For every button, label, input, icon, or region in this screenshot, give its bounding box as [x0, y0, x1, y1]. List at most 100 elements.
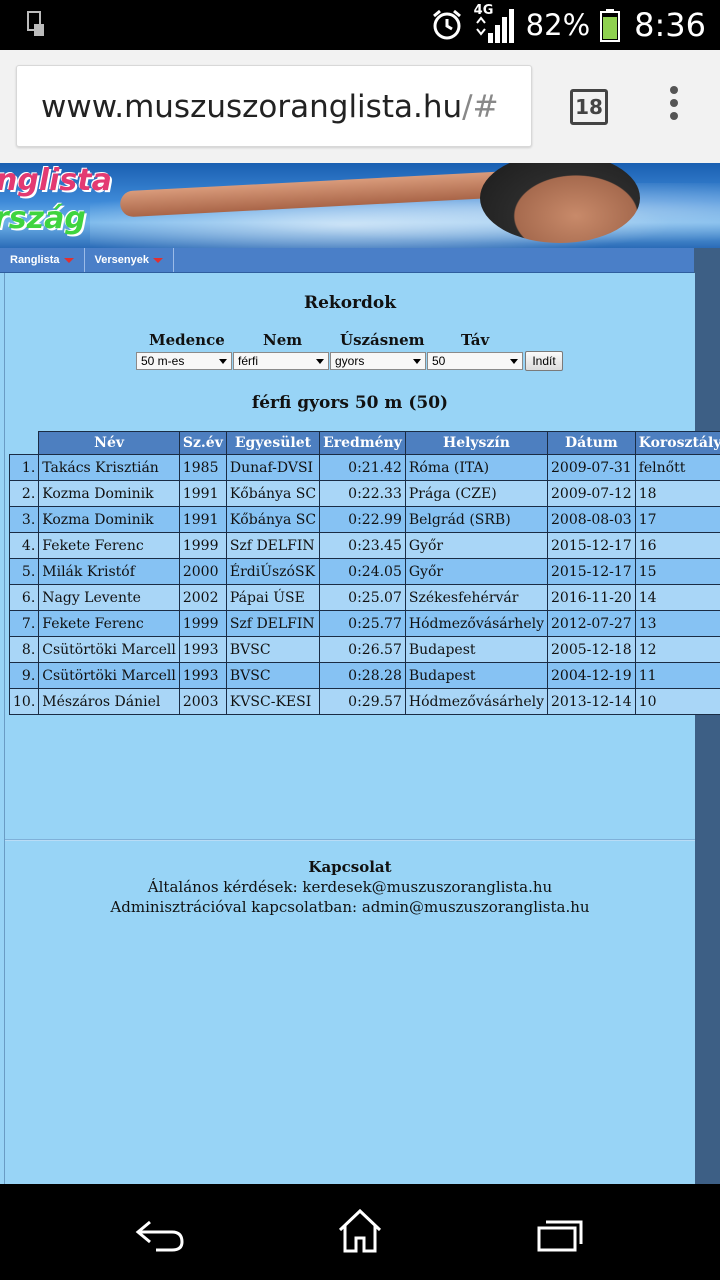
header-nev[interactable]: Név — [38, 431, 180, 455]
battery-percent: 82% — [525, 8, 591, 42]
footer-divider — [5, 839, 695, 841]
cell-egyesulet: Dunaf-DVSI — [225, 454, 321, 481]
nem-select[interactable]: férfi — [233, 352, 329, 370]
cell-nev: Milák Kristóf — [38, 558, 180, 585]
tav-select[interactable]: 50 — [427, 352, 523, 370]
cell-eredmeny: 0:23.45 — [319, 532, 406, 559]
cell-rank: 3. — [8, 506, 40, 533]
chevron-down-icon — [413, 359, 421, 364]
table-row: 2. Kozma Dominik 1991 Kőbánya SC 0:22.33 Prág… — [8, 480, 720, 507]
cell-datum: 2009-07-31 — [547, 454, 636, 481]
filter-label-uszasnem: Úszásnem — [340, 331, 425, 349]
header-helyszin[interactable]: Helyszín — [404, 431, 549, 455]
header-eredmeny[interactable]: Eredmény — [319, 431, 406, 455]
footer-admin-contact[interactable]: Adminisztrációval kapcsolatban: admin@mu… — [5, 897, 695, 917]
cell-helyszin: Budapest — [404, 636, 549, 663]
cell-korosztaly: felnőtt — [634, 454, 720, 481]
chevron-down-icon — [219, 359, 227, 364]
status-bar: 4G 82% 8:36 — [0, 0, 720, 50]
cell-eredmeny: 0:28.28 — [319, 662, 406, 689]
table-header-row: Név Sz.év Egyesület Eredmény Helyszín Dá… — [10, 431, 720, 455]
cell-eredmeny: 0:25.77 — [319, 610, 406, 637]
banner-title-line2: rszág — [0, 201, 86, 236]
nav-ranglista[interactable]: Ranglista — [0, 248, 85, 272]
cell-nev: Fekete Ferenc — [38, 610, 180, 637]
records-table: Név Sz.év Egyesület Eredmény Helyszín Dá… — [8, 431, 720, 715]
cell-szev: 2003 — [178, 688, 227, 715]
table-row: 8. Csütörtöki Marcell 1993 BVSC 0:26.57 Budap… — [8, 636, 720, 663]
chevron-down-icon — [510, 359, 518, 364]
cell-egyesulet: Szf DELFIN — [225, 532, 321, 559]
cell-rank: 8. — [8, 636, 40, 663]
alarm-icon — [432, 9, 461, 40]
cell-egyesulet: Szf DELFIN — [225, 610, 321, 637]
home-icon[interactable] — [336, 1208, 384, 1254]
tab-switcher-button[interactable]: 18 — [570, 89, 608, 125]
filter-controls: 50 m-es férfi gyors 50 Indít — [5, 351, 695, 372]
header-szev[interactable]: Sz.év — [178, 431, 227, 455]
cell-helyszin: Győr — [404, 532, 549, 559]
cell-rank: 9. — [8, 662, 40, 689]
table-body: 1. Takács Krisztián 1985 Dunaf-DVSI 0:21.42 R… — [8, 454, 720, 715]
cell-datum: 2004-12-19 — [547, 662, 636, 689]
cell-korosztaly: 18 — [634, 480, 720, 507]
cell-helyszin: Belgrád (SRB) — [404, 506, 549, 533]
table-row: 1. Takács Krisztián 1985 Dunaf-DVSI 0:21.42 R… — [8, 454, 720, 481]
back-icon[interactable] — [134, 1214, 186, 1254]
cell-rank: 2. — [8, 480, 40, 507]
cell-szev: 1993 — [178, 636, 227, 663]
cell-rank: 1. — [8, 454, 40, 481]
cell-szev: 1991 — [178, 480, 227, 507]
page-scrollbar[interactable] — [694, 248, 720, 1184]
uszasnem-select[interactable]: gyors — [330, 352, 426, 370]
cell-korosztaly: 14 — [634, 584, 720, 611]
cell-egyesulet: BVSC — [225, 662, 321, 689]
cell-rank: 5. — [8, 558, 40, 585]
cell-datum: 2009-07-12 — [547, 480, 636, 507]
cell-eredmeny: 0:29.57 — [319, 688, 406, 715]
cell-eredmeny: 0:25.07 — [319, 584, 406, 611]
table-row: 5. Milák Kristóf 2000 ÉrdiÚszóSK 0:24.05 Győr… — [8, 558, 720, 585]
uszasnem-value: gyors — [335, 354, 365, 368]
signal-icon: 4G — [474, 3, 516, 45]
cell-helyszin: Székesfehérvár — [404, 584, 549, 611]
cell-eredmeny: 0:22.99 — [319, 506, 406, 533]
url-suffix: /# — [462, 89, 499, 125]
tav-value: 50 — [432, 354, 446, 368]
table-row: 3. Kozma Dominik 1991 Kőbánya SC 0:22.99 Belg… — [8, 506, 720, 533]
android-nav-bar — [0, 1184, 720, 1280]
recents-icon[interactable] — [536, 1218, 584, 1254]
overflow-menu-icon[interactable] — [666, 86, 682, 126]
cell-helyszin: Győr — [404, 558, 549, 585]
cell-szev: 1991 — [178, 506, 227, 533]
cell-szev: 1985 — [178, 454, 227, 481]
cell-korosztaly: 16 — [634, 532, 720, 559]
table-row: 7. Fekete Ferenc 1999 Szf DELFIN 0:25.77 Hódm… — [8, 610, 720, 637]
cell-szev: 1993 — [178, 662, 227, 689]
address-bar[interactable]: www.muszuszoranglista.hu/# — [16, 65, 532, 147]
cell-helyszin: Róma (ITA) — [404, 454, 549, 481]
indit-button[interactable]: Indít — [525, 351, 563, 371]
table-row: 9. Csütörtöki Marcell 1993 BVSC 0:28.28 Budap… — [8, 662, 720, 689]
nav-versenyek[interactable]: Versenyek — [85, 248, 174, 272]
cell-szev: 1999 — [178, 532, 227, 559]
dropdown-caret-icon — [152, 257, 163, 263]
cell-korosztaly: 17 — [634, 506, 720, 533]
cell-nev: Kozma Dominik — [38, 506, 180, 533]
header-korosztaly[interactable]: Korosztály — [634, 431, 720, 455]
cell-datum: 2015-12-17 — [547, 558, 636, 585]
battery-icon — [600, 9, 621, 42]
nem-value: férfi — [238, 354, 259, 368]
header-egyesulet[interactable]: Egyesület — [225, 431, 321, 455]
cell-korosztaly: 12 — [634, 636, 720, 663]
cell-szev: 2002 — [178, 584, 227, 611]
header-datum[interactable]: Dátum — [547, 431, 636, 455]
cell-datum: 2008-08-03 — [547, 506, 636, 533]
medence-select[interactable]: 50 m-es — [136, 352, 232, 370]
table-row: 4. Fekete Ferenc 1999 Szf DELFIN 0:23.45 Győr… — [8, 532, 720, 559]
banner-title-line1: nglista — [0, 163, 112, 198]
cell-nev: Nagy Levente — [38, 584, 180, 611]
cell-datum: 2005-12-18 — [547, 636, 636, 663]
cell-egyesulet: KVSC-KESI — [225, 688, 321, 715]
footer-general-contact[interactable]: Általános kérdések: kerdesek@muszuszoran… — [5, 877, 695, 897]
